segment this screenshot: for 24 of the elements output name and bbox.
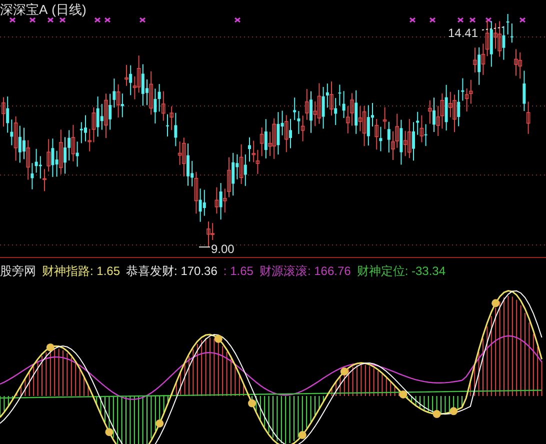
cross-marker — [104, 17, 111, 23]
indicator-value: : 1.65 — [223, 263, 254, 280]
cross-marker — [457, 17, 464, 23]
cross-marker — [234, 17, 241, 23]
cross-marker — [409, 17, 416, 23]
leader-line — [482, 26, 506, 30]
indicator-value: 财神定位: -33.34 — [356, 263, 446, 280]
cross-marker — [94, 17, 101, 23]
leader-line — [198, 246, 210, 248]
indicator-name: 股旁网 — [0, 263, 36, 280]
period-label: (日线) — [52, 1, 86, 19]
cross-marker — [59, 17, 66, 23]
indicator-value: 财神指路: 1.65 — [42, 263, 120, 280]
stock-name: 深深宝A — [0, 1, 48, 19]
indicator-value: 恭喜发财: 170.36 — [126, 263, 218, 280]
cross-marker — [469, 17, 476, 23]
cross-marker — [47, 17, 54, 23]
cross-marker — [139, 17, 146, 23]
indicator-value: 财源滚滚: 166.76 — [259, 263, 351, 280]
cross-marker — [485, 17, 492, 23]
cross-marker — [429, 17, 436, 23]
cross-marker — [29, 17, 36, 23]
cross-marker — [519, 17, 526, 23]
cross-marker — [9, 17, 16, 23]
